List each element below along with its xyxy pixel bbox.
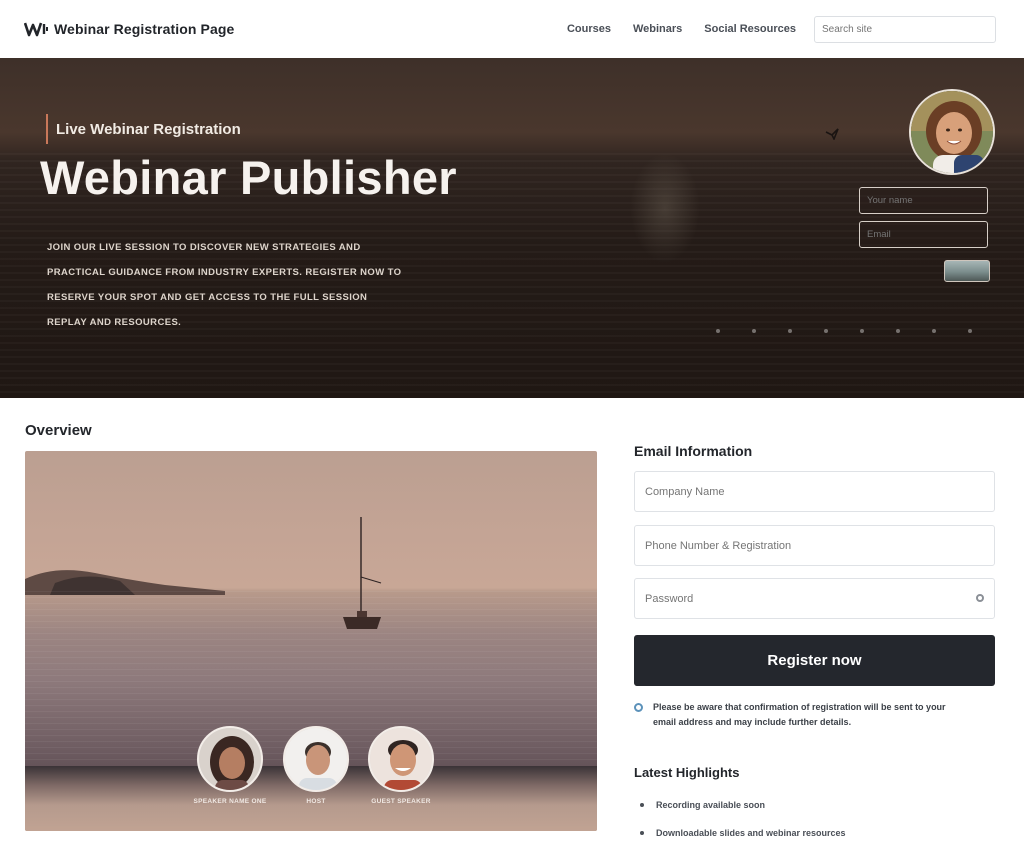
list-item[interactable]: Downloadable slides and webinar resource… — [640, 828, 846, 838]
speaker-photo — [197, 726, 263, 792]
hero-description: Join our live session to discover new st… — [47, 242, 402, 328]
speaker-card[interactable]: Host — [276, 726, 356, 806]
list-item[interactable]: Recording available soon — [640, 800, 846, 810]
nav-link-resources[interactable]: Social Resources — [704, 23, 796, 35]
top-navbar: Webinar Registration Page Courses Webina… — [0, 0, 1024, 58]
password-field[interactable] — [634, 578, 995, 619]
speaker-name: Guest Speaker — [371, 798, 431, 805]
nav-link-courses[interactable]: Courses — [567, 23, 611, 35]
slide-dot[interactable] — [824, 329, 828, 333]
info-icon — [634, 703, 643, 712]
hero-sun-reflection — [630, 153, 700, 263]
slide-dot[interactable] — [968, 329, 972, 333]
slide-dot[interactable] — [860, 329, 864, 333]
company-name-field[interactable] — [634, 471, 995, 512]
phone-field[interactable] — [634, 525, 995, 566]
overview-title: Overview — [25, 422, 92, 439]
sailboat-icon — [343, 517, 382, 629]
show-password-icon[interactable] — [976, 594, 984, 602]
register-button[interactable]: Register now — [634, 635, 995, 686]
form-title: Email Information — [634, 443, 753, 459]
logo-text: Webinar Registration Page — [54, 21, 235, 37]
feature-image: Speaker Name One Host — [25, 451, 597, 831]
hero-name-field[interactable] — [859, 187, 988, 214]
hero-thumbnail[interactable] — [944, 260, 990, 282]
hero-title: Webinar Publisher — [40, 151, 457, 204]
nav-link-webinars[interactable]: Webinars — [633, 23, 682, 35]
info-notice: Please be aware that confirmation of reg… — [634, 700, 964, 730]
slide-dot[interactable] — [752, 329, 756, 333]
slide-dot[interactable] — [896, 329, 900, 333]
slide-dot[interactable] — [788, 329, 792, 333]
slide-dot[interactable] — [932, 329, 936, 333]
info-text: Please be aware that confirmation of reg… — [653, 702, 946, 727]
logo[interactable]: Webinar Registration Page — [24, 20, 234, 38]
speaker-name: Host — [306, 798, 326, 805]
hero-email-field[interactable] — [859, 221, 988, 248]
hero-banner: Live Webinar Registration Webinar Publis… — [0, 58, 1024, 398]
speaker-name: Speaker Name One — [193, 798, 267, 805]
slide-indicator — [716, 329, 972, 333]
slide-dot[interactable] — [716, 329, 720, 333]
speaker-photo — [368, 726, 434, 792]
highlights-title: Latest Highlights — [634, 765, 740, 780]
highlights-list: Recording available soon Downloadable sl… — [640, 800, 846, 841]
headland-shape — [25, 570, 225, 595]
speaker-photo — [283, 726, 349, 792]
bird-icon — [825, 128, 839, 140]
search-input[interactable] — [814, 15, 996, 43]
hero-eyebrow: Live Webinar Registration — [46, 114, 241, 144]
speaker-card[interactable]: Guest Speaker — [361, 726, 441, 806]
waveform-logo-icon — [24, 22, 48, 37]
speaker-card[interactable]: Speaker Name One — [190, 726, 270, 806]
main-nav: Courses Webinars Social Resources — [567, 23, 796, 35]
host-avatar — [909, 89, 995, 175]
